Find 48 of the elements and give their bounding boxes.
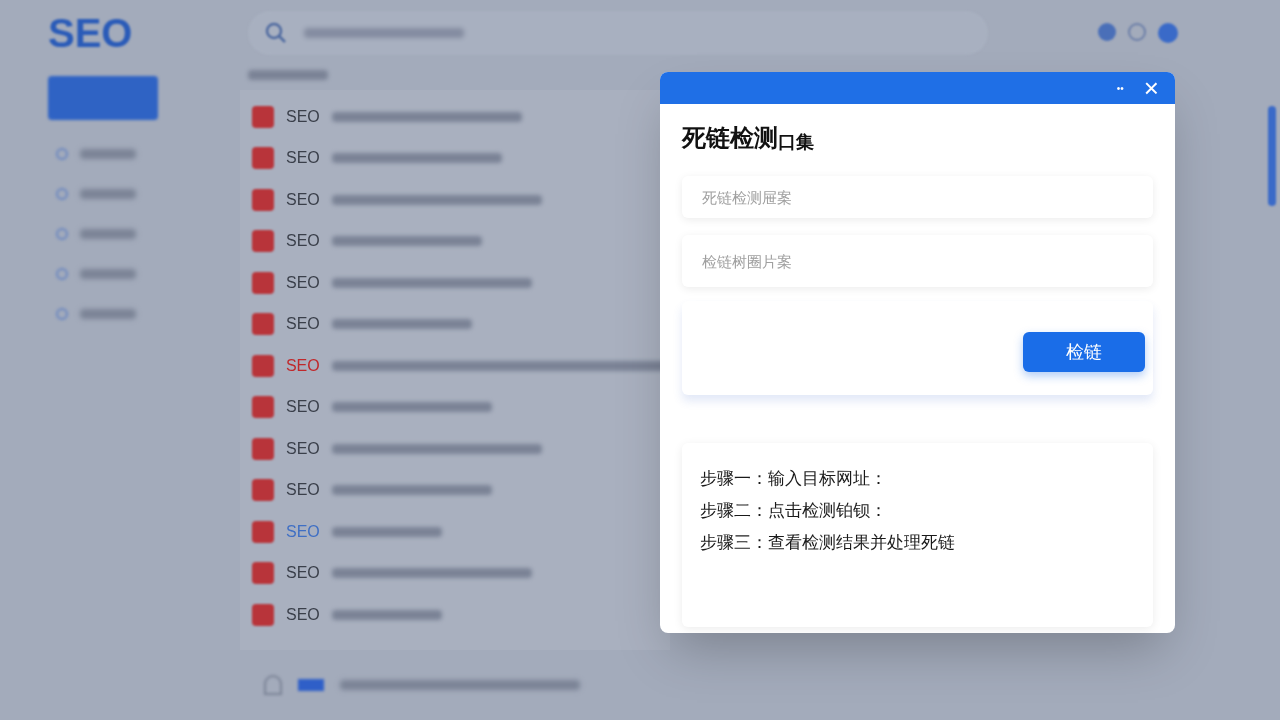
document-icon bbox=[252, 479, 274, 502]
row-text: SEO bbox=[286, 397, 320, 418]
logo: SEO bbox=[48, 10, 134, 57]
minimize-button[interactable]: •• bbox=[1116, 80, 1124, 96]
step-text: 步骤三：查看检测结果并处理死链 bbox=[700, 532, 956, 554]
step-text: 步骤二：点击检测铂钡： bbox=[700, 500, 888, 522]
row-text: SEO bbox=[286, 480, 320, 501]
tag bbox=[298, 679, 324, 691]
dialog-title: 死链检测 bbox=[682, 123, 778, 153]
blurred-text bbox=[80, 269, 136, 279]
row-text: SEO bbox=[286, 231, 320, 252]
check-button[interactable]: 检链 bbox=[1023, 332, 1145, 372]
blurred-text bbox=[80, 229, 136, 239]
document-icon bbox=[252, 354, 274, 377]
title-suffix: 口集 bbox=[778, 131, 814, 154]
document-icon bbox=[252, 396, 274, 419]
row-text: SEO bbox=[286, 438, 320, 459]
row-text: SEO bbox=[286, 314, 320, 335]
document-icon bbox=[252, 603, 274, 626]
row-text: SEO bbox=[285, 355, 320, 376]
input-field[interactable]: 死链检测屉案 bbox=[682, 176, 1153, 218]
step-text: 步骤一：输入目标网址： bbox=[700, 468, 888, 490]
document-icon bbox=[252, 105, 274, 128]
input-field[interactable]: 检链树圈片案 bbox=[682, 235, 1153, 287]
document-icon bbox=[252, 147, 274, 170]
search-icon bbox=[264, 21, 288, 45]
row-text: SEO bbox=[286, 189, 320, 210]
document-icon bbox=[252, 437, 274, 460]
blurred-text bbox=[80, 149, 136, 159]
document-icon bbox=[252, 562, 274, 585]
document-icon bbox=[252, 271, 274, 294]
close-button[interactable]: × bbox=[1143, 75, 1159, 101]
row-text: SEO bbox=[286, 563, 320, 584]
document-icon bbox=[252, 520, 274, 543]
document-icon bbox=[252, 313, 274, 336]
blurred-text bbox=[80, 189, 136, 199]
row-text: SEO bbox=[286, 148, 320, 169]
row-text: SEO bbox=[286, 272, 320, 293]
document-icon bbox=[252, 188, 274, 211]
round-icon bbox=[1098, 23, 1116, 41]
bell-icon bbox=[264, 675, 282, 695]
row-text: SEO bbox=[286, 106, 320, 127]
round-icon bbox=[1158, 23, 1178, 43]
round-icon bbox=[1128, 23, 1146, 41]
row-text: SEO bbox=[286, 521, 320, 542]
blurred-text bbox=[80, 309, 136, 319]
row-text: SEO bbox=[286, 604, 320, 625]
document-icon bbox=[252, 230, 274, 253]
